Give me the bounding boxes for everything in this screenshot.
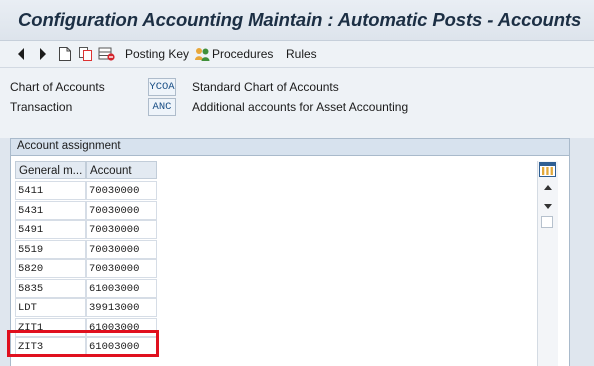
cell-general-modification[interactable]: 5835 [15, 279, 86, 298]
posting-key-label: Posting Key [125, 47, 190, 61]
transaction-label: Transaction [10, 100, 73, 114]
delete-icon[interactable] [98, 45, 116, 63]
column-header-account[interactable]: Account [86, 161, 157, 179]
cell-general-modification[interactable]: 5431 [15, 201, 86, 220]
panel-header: Account assignment [11, 139, 569, 156]
chart-of-accounts-field[interactable]: YCOA [148, 78, 176, 96]
panel-title: Account assignment [17, 140, 121, 152]
vertical-scrollbar[interactable] [537, 161, 558, 366]
cell-general-modification[interactable]: 5519 [15, 240, 86, 259]
cell-account[interactable]: 70030000 [86, 240, 157, 259]
cell-account[interactable]: 39913000 [86, 298, 157, 317]
posting-key-button[interactable]: Posting Key [125, 45, 189, 63]
cell-account[interactable]: 70030000 [86, 220, 157, 239]
arrow-right-icon[interactable] [38, 45, 48, 63]
cell-account[interactable]: 70030000 [86, 201, 157, 220]
column-settings-icon[interactable] [539, 162, 556, 177]
rules-button[interactable]: Rules [286, 45, 317, 63]
cell-general-modification[interactable]: 5491 [15, 220, 86, 239]
procedures-button[interactable]: Procedures [194, 45, 273, 63]
title-bar: Configuration Accounting Maintain : Auto… [0, 0, 594, 41]
chart-of-accounts-label: Chart of Accounts [10, 80, 105, 94]
cell-general-modification[interactable]: LDT [15, 298, 86, 317]
cell-account[interactable]: 70030000 [86, 259, 157, 278]
cell-general-modification[interactable]: 5820 [15, 259, 86, 278]
transaction-description: Additional accounts for Asset Accounting [192, 100, 409, 114]
cell-account[interactable]: 70030000 [86, 181, 157, 200]
procedures-icon [194, 46, 211, 62]
copy-icon[interactable] [78, 45, 94, 63]
scroll-up-icon[interactable] [542, 182, 554, 192]
new-document-icon[interactable] [58, 45, 72, 63]
window-title: Configuration Accounting Maintain : Auto… [18, 9, 582, 30]
column-header-general-modification[interactable]: General m... [15, 161, 86, 179]
application-toolbar: Posting Key Procedures Rules [0, 41, 594, 68]
transaction-field[interactable]: ANC [148, 98, 176, 116]
scroll-thumb[interactable] [541, 216, 553, 228]
scroll-down-icon[interactable] [542, 200, 554, 210]
cell-general-modification[interactable]: 5411 [15, 181, 86, 200]
highlight-box [7, 330, 159, 357]
arrow-left-icon[interactable] [16, 45, 26, 63]
header-fields: Chart of Accounts YCOA Standard Chart of… [0, 68, 594, 138]
procedures-label: Procedures [212, 47, 274, 61]
chart-of-accounts-description: Standard Chart of Accounts [192, 80, 339, 94]
cell-account[interactable]: 61003000 [86, 279, 157, 298]
rules-label: Rules [286, 47, 317, 61]
